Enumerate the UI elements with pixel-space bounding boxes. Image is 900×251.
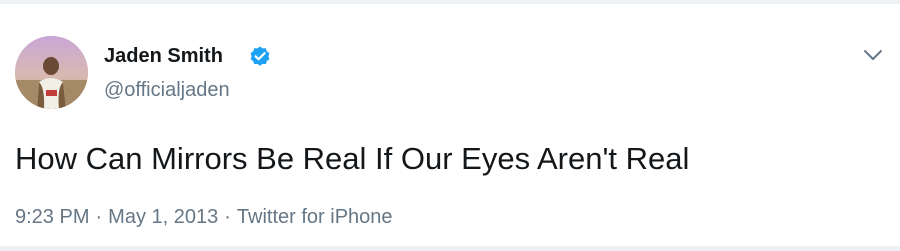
- avatar-image: [15, 36, 88, 109]
- tweet-time[interactable]: 9:23 PM: [15, 206, 89, 228]
- tweet-date[interactable]: May 1, 2013: [108, 206, 218, 228]
- tweet-meta: 9:23 PM · May 1, 2013 · Twitter for iPhone: [15, 204, 393, 230]
- avatar[interactable]: [15, 36, 88, 109]
- bottom-divider: [0, 246, 900, 251]
- tweet-text: How Can Mirrors Be Real If Our Eyes Aren…: [15, 141, 690, 176]
- verified-badge-icon: [250, 46, 270, 66]
- chevron-down-icon[interactable]: [860, 44, 886, 66]
- display-name[interactable]: Jaden Smith: [104, 44, 223, 68]
- tweet-card: Jaden Smith @officialjaden How Can Mirro…: [0, 4, 900, 246]
- user-handle[interactable]: @officialjaden: [104, 78, 230, 102]
- meta-separator: ·: [95, 206, 103, 228]
- meta-separator: ·: [224, 206, 231, 228]
- tweet-source[interactable]: Twitter for iPhone: [237, 206, 393, 228]
